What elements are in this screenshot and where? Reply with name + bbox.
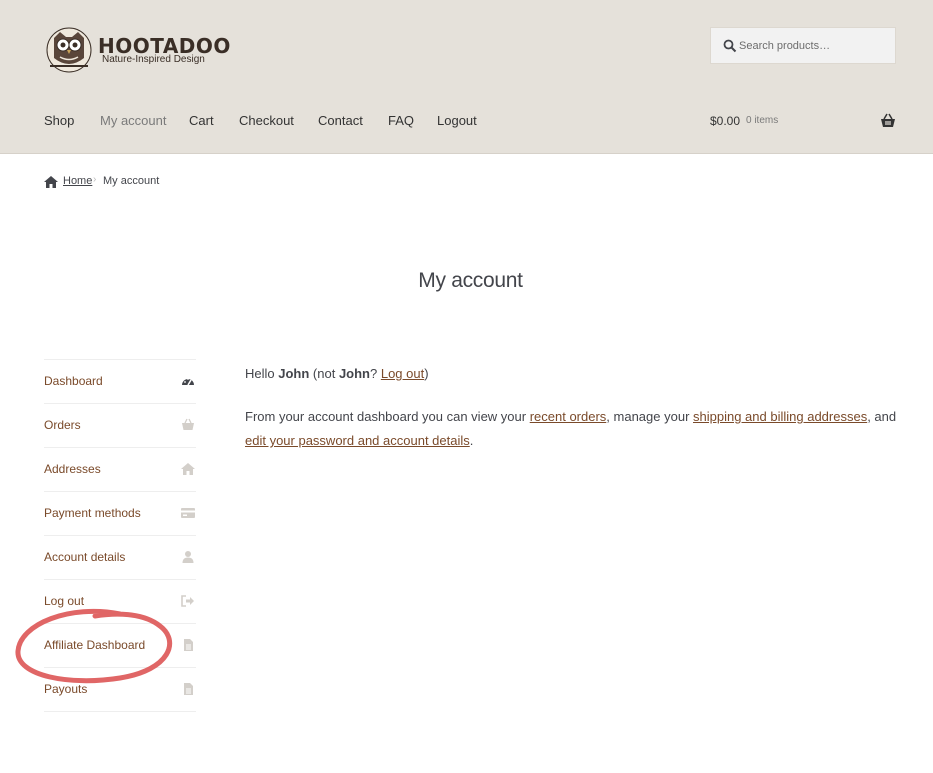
nav-item-cart[interactable]: Cart: [189, 113, 214, 128]
account-navigation: Dashboard Orders Addresses Payment metho…: [44, 359, 196, 712]
account-nav-label[interactable]: Payouts: [44, 682, 87, 696]
file-icon: [184, 683, 193, 695]
dashboard-intro: From your account dashboard you can view…: [245, 405, 905, 453]
greeting: Hello John (not John? Log out): [245, 362, 905, 386]
brand-tagline: Nature-Inspired Design: [102, 54, 205, 65]
account-nav-item-affiliate-dashboard[interactable]: Affiliate Dashboard: [44, 624, 196, 668]
owl-logo-icon: [46, 27, 92, 73]
basket-icon: [182, 418, 194, 430]
basket-icon: [881, 113, 895, 127]
account-details-link[interactable]: edit your password and account details: [245, 433, 470, 448]
user-name-alt: John: [338, 366, 370, 381]
credit-card-icon: [181, 508, 195, 518]
account-nav-label[interactable]: Log out: [44, 594, 84, 608]
account-nav-item-log-out[interactable]: Log out: [44, 580, 196, 624]
account-nav-item-payouts[interactable]: Payouts: [44, 668, 196, 712]
file-icon: [184, 639, 193, 651]
account-nav-label[interactable]: Dashboard: [44, 374, 103, 388]
nav-item-logout[interactable]: Logout: [437, 113, 477, 128]
account-nav-item-account-details[interactable]: Account details: [44, 536, 196, 580]
greeting-not: (not: [309, 366, 339, 381]
greeting-close: ): [424, 366, 429, 381]
greeting-question: ?: [370, 366, 381, 381]
cart-amount: $0.00: [710, 114, 741, 128]
user-icon: [182, 551, 194, 563]
account-nav-label[interactable]: Affiliate Dashboard: [44, 638, 145, 652]
cart-count: 0 items: [746, 115, 779, 126]
period: .: [469, 433, 474, 448]
account-nav-label[interactable]: Addresses: [44, 462, 101, 476]
page-title: My account: [418, 269, 523, 293]
account-nav-label[interactable]: Account details: [44, 550, 125, 564]
breadcrumb-separator: ›: [93, 174, 97, 185]
user-name: John: [278, 366, 310, 381]
manage-text: , manage your: [606, 409, 694, 424]
account-nav-label[interactable]: Orders: [44, 418, 81, 432]
logout-link[interactable]: Log out: [381, 366, 424, 381]
account-nav-item-payment-methods[interactable]: Payment methods: [44, 492, 196, 536]
nav-item-checkout[interactable]: Checkout: [239, 113, 294, 128]
search-input[interactable]: [739, 28, 889, 63]
and-text: , and: [867, 409, 897, 424]
account-nav-label[interactable]: Payment methods: [44, 506, 141, 520]
nav-item-shop[interactable]: Shop: [44, 113, 74, 128]
home-icon: [44, 176, 58, 188]
dashboard-icon: [182, 378, 194, 386]
dashboard-content: Hello John (not John? Log out) From your…: [245, 362, 905, 472]
breadcrumb-current: My account: [103, 175, 160, 187]
search-box: [710, 27, 896, 64]
breadcrumb-home-link[interactable]: Home: [63, 175, 92, 187]
intro-text: From your account dashboard you can view…: [245, 409, 530, 424]
site-logo[interactable]: HOOTADOO Nature-Inspired Design: [44, 24, 244, 74]
addresses-link[interactable]: shipping and billing addresses: [693, 409, 867, 424]
nav-item-my-account[interactable]: My account: [100, 113, 166, 128]
account-nav-item-addresses[interactable]: Addresses: [44, 448, 196, 492]
header-cart[interactable]: $0.00 0 items: [710, 113, 896, 131]
search-icon: [723, 39, 737, 53]
account-nav-item-dashboard[interactable]: Dashboard: [44, 360, 196, 404]
account-nav-item-orders[interactable]: Orders: [44, 404, 196, 448]
sign-out-icon: [181, 595, 194, 607]
site-header: HOOTADOO Nature-Inspired Design Shop My …: [0, 0, 933, 154]
home-icon: [181, 463, 195, 475]
recent-orders-link[interactable]: recent orders: [530, 409, 607, 424]
nav-item-faq[interactable]: FAQ: [388, 113, 414, 128]
nav-item-contact[interactable]: Contact: [318, 113, 363, 128]
greeting-prefix: Hello: [245, 366, 279, 381]
